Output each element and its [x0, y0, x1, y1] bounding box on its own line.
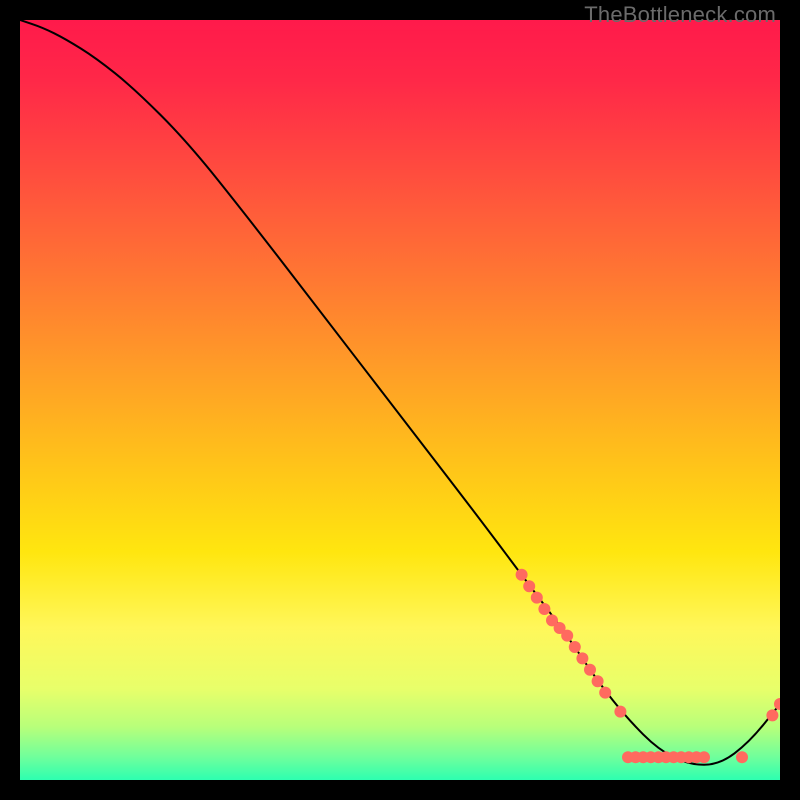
data-point [698, 751, 710, 763]
watermark-text: TheBottleneck.com [584, 2, 776, 28]
data-point [531, 592, 543, 604]
data-point [736, 751, 748, 763]
data-point [561, 630, 573, 642]
data-point [599, 687, 611, 699]
data-point [569, 641, 581, 653]
data-point [592, 675, 604, 687]
data-point [576, 652, 588, 664]
chart-frame [20, 20, 780, 780]
data-point [766, 709, 778, 721]
data-point [614, 706, 626, 718]
data-point [584, 664, 596, 676]
data-point [516, 569, 528, 581]
gradient-background [20, 20, 780, 780]
data-point [523, 580, 535, 592]
data-point [538, 603, 550, 615]
bottleneck-chart [20, 20, 780, 780]
